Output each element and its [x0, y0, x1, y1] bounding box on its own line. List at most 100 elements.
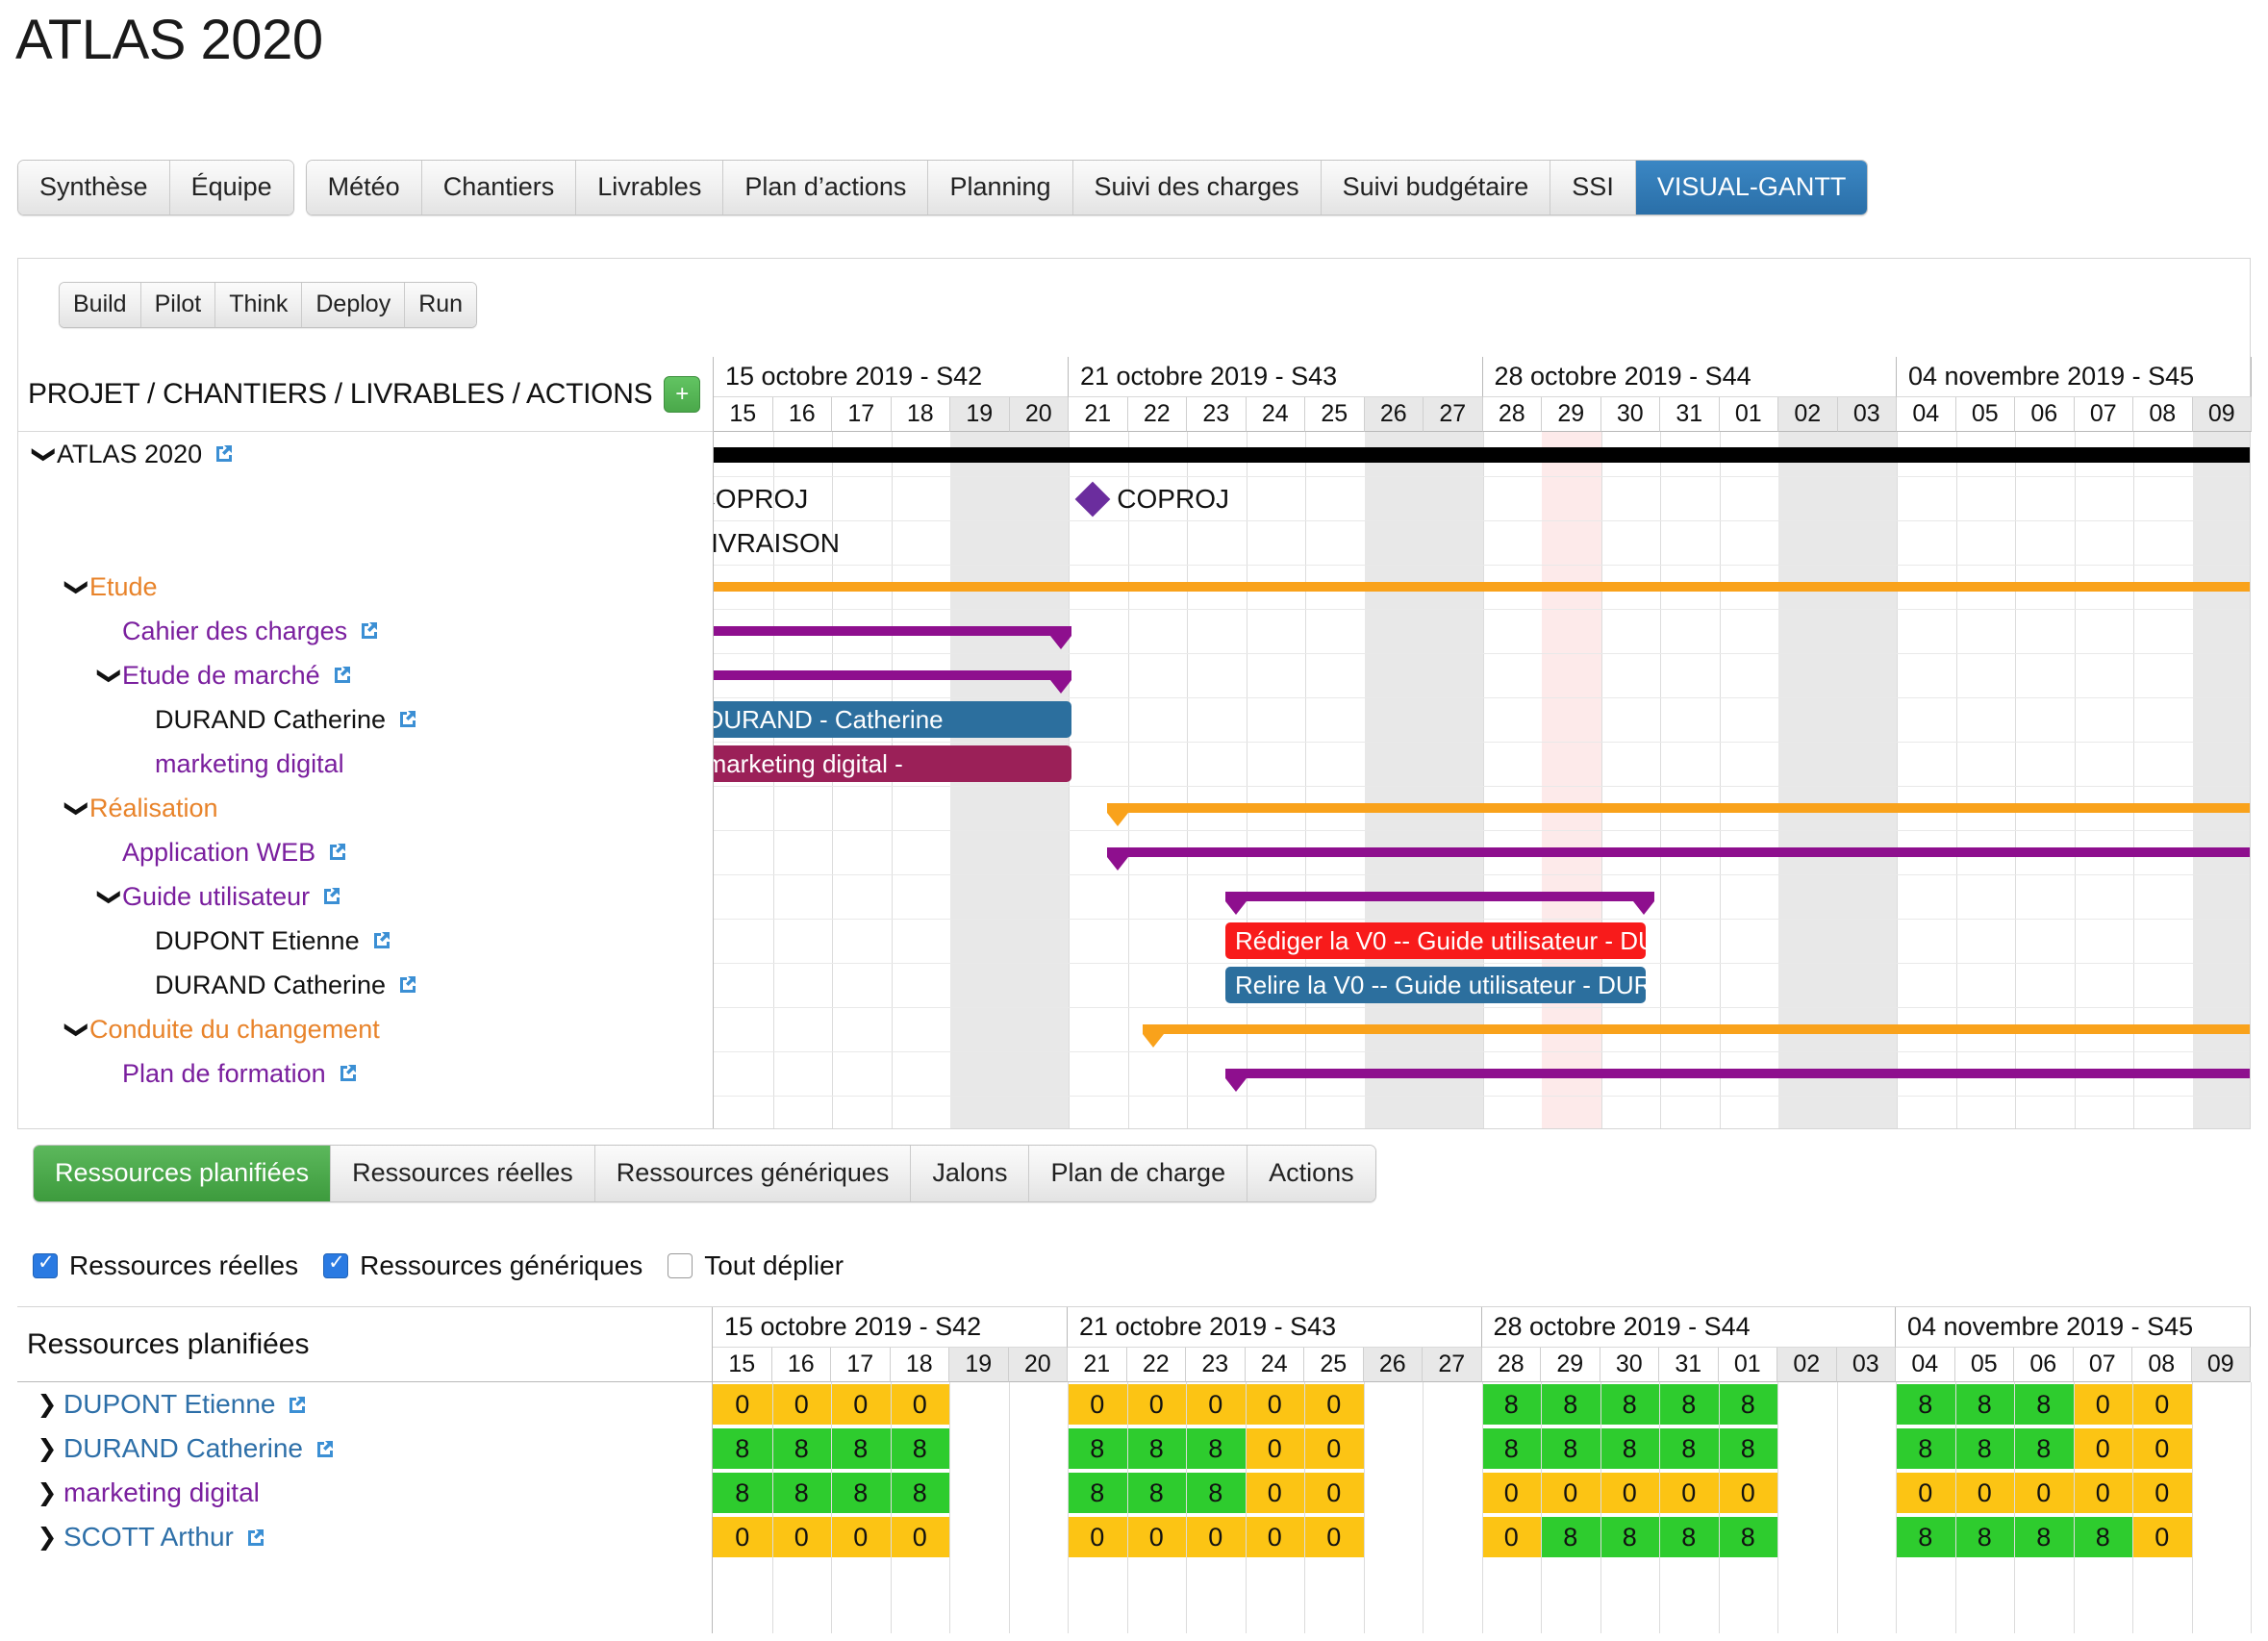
phase-button-pilot[interactable]: Pilot	[140, 283, 216, 327]
resource-day-header-22: 22	[1126, 1348, 1186, 1382]
tree-row[interactable]: ❯ Guide utilisateur	[18, 874, 713, 919]
tree-row[interactable]: ❯Plan de formation	[18, 1051, 713, 1096]
checkbox-item[interactable]: Ressources génériques	[323, 1250, 643, 1281]
tree-row[interactable]: ❯ ATLAS 2020	[18, 432, 713, 476]
tree-row[interactable]: ❯Application WEB	[18, 830, 713, 874]
summary-bar[interactable]	[1106, 847, 2250, 857]
summary-bar[interactable]	[1106, 803, 2250, 813]
resource-day-header-27: 27	[1423, 1348, 1482, 1382]
tree-row[interactable]: ❯ Etude de marché	[18, 653, 713, 697]
resource-grid-vline	[1659, 1382, 1660, 1633]
tree-row[interactable]: ❯ Réalisation	[18, 786, 713, 830]
task-bar[interactable]: Relire la V0 -- Guide utilisateur - DURA…	[1224, 967, 1646, 1003]
project-baseline-bar[interactable]	[714, 447, 2250, 463]
summary-bar[interactable]	[1142, 1024, 2250, 1034]
resource-row[interactable]: ❯ SCOTT Arthur	[17, 1515, 712, 1559]
phase-button-run[interactable]: Run	[405, 283, 477, 327]
gantt-day-header-26: 26	[1364, 397, 1424, 432]
open-external-icon[interactable]	[357, 619, 380, 643]
tab--quipe[interactable]: Équipe	[169, 161, 293, 215]
chevron-down-icon[interactable]: ❯	[63, 1017, 91, 1042]
open-external-icon[interactable]	[395, 708, 418, 731]
resource-tab-actions[interactable]: Actions	[1247, 1146, 1375, 1201]
tab-m-t-o[interactable]: Météo	[306, 161, 422, 215]
resource-tab-plan-de-charge[interactable]: Plan de charge	[1029, 1146, 1248, 1201]
summary-bar[interactable]	[1224, 1069, 2250, 1078]
summary-cap-icon	[1050, 636, 1072, 649]
checkbox-item[interactable]: Ressources réelles	[33, 1250, 298, 1281]
tab-suivi-budg-taire[interactable]: Suivi budgétaire	[1321, 161, 1551, 215]
resource-cell: 0	[1126, 1384, 1186, 1425]
resource-cell: 8	[890, 1473, 949, 1513]
chevron-down-icon[interactable]: ❯	[96, 663, 124, 688]
chevron-right-icon[interactable]: ❯	[31, 1478, 63, 1507]
resource-cell: 8	[1186, 1473, 1246, 1513]
phase-button-deploy[interactable]: Deploy	[302, 283, 406, 327]
resource-cell: 8	[1659, 1517, 1719, 1557]
checkbox-checked[interactable]	[33, 1250, 58, 1278]
chevron-down-icon[interactable]: ❯	[31, 442, 59, 467]
milestone[interactable]: COPROJ	[1074, 481, 1229, 518]
open-external-icon[interactable]	[319, 885, 342, 908]
resource-tab-ressources-r-elles[interactable]: Ressources réelles	[331, 1146, 595, 1201]
open-external-icon[interactable]	[313, 1437, 336, 1460]
resource-day-header-08: 08	[2132, 1348, 2192, 1382]
tab-plan-d-actions[interactable]: Plan d’actions	[723, 161, 929, 215]
chevron-down-icon[interactable]: ❯	[96, 884, 124, 909]
resource-row[interactable]: ❯ DURAND Catherine	[17, 1426, 712, 1471]
tree-row[interactable]: ❯ Conduite du changement	[18, 1007, 713, 1051]
open-external-icon[interactable]	[325, 841, 348, 864]
summary-bar[interactable]	[714, 582, 2250, 592]
chevron-right-icon[interactable]: ❯	[31, 1390, 63, 1419]
open-external-icon[interactable]	[243, 1526, 266, 1549]
tab-suivi-des-charges[interactable]: Suivi des charges	[1072, 161, 1322, 215]
open-external-icon[interactable]	[212, 442, 235, 466]
resource-tab-jalons[interactable]: Jalons	[911, 1146, 1030, 1201]
checkbox-unchecked[interactable]	[668, 1253, 693, 1278]
tab-synth-se[interactable]: Synthèse	[18, 161, 170, 215]
tab-chantiers[interactable]: Chantiers	[421, 161, 577, 215]
gantt-grid[interactable]: COPROJ COPROJ LIVRAISON DURAND - Catherine m…	[714, 432, 2250, 1128]
tab-planning[interactable]: Planning	[928, 161, 1073, 215]
tree-row[interactable]: ❯	[18, 476, 713, 520]
open-external-icon[interactable]	[395, 973, 418, 997]
checkbox-item[interactable]: Tout déplier	[668, 1250, 844, 1281]
gantt-day-header-30: 30	[1600, 397, 1660, 432]
milestone-label[interactable]: COPROJ	[714, 484, 808, 515]
tab-visual-gantt[interactable]: VISUAL-GANTT	[1635, 161, 1868, 215]
summary-bar[interactable]	[714, 670, 1072, 680]
resource-tab-ressources-planifi-es[interactable]: Ressources planifiées	[34, 1146, 332, 1201]
chevron-right-icon[interactable]: ❯	[31, 1434, 63, 1463]
resource-tab-ressources-g-n-riques[interactable]: Ressources génériques	[594, 1146, 912, 1201]
tree-row[interactable]: ❯DUPONT Etienne	[18, 919, 713, 963]
open-external-icon[interactable]	[285, 1393, 308, 1416]
task-bar[interactable]: marketing digital -	[714, 745, 1072, 782]
resource-cell: 0	[1245, 1517, 1304, 1557]
task-bar[interactable]: DURAND - Catherine	[714, 701, 1072, 738]
open-external-icon[interactable]	[330, 664, 353, 687]
summary-bar[interactable]	[714, 626, 1072, 636]
chevron-down-icon[interactable]: ❯	[63, 574, 91, 599]
milestone-label[interactable]: LIVRAISON	[714, 528, 840, 559]
add-row-button[interactable]: +	[664, 375, 701, 413]
resource-cell: 0	[890, 1517, 949, 1557]
chevron-down-icon[interactable]: ❯	[63, 795, 91, 820]
tree-row[interactable]: ❯ Etude	[18, 565, 713, 609]
open-external-icon[interactable]	[369, 929, 392, 952]
resource-row[interactable]: ❯ DUPONT Etienne	[17, 1382, 712, 1426]
tree-row[interactable]: ❯marketing digital	[18, 742, 713, 786]
tree-row[interactable]: ❯DURAND Catherine	[18, 697, 713, 742]
tree-row[interactable]: ❯	[18, 520, 713, 565]
summary-bar[interactable]	[1224, 892, 1654, 901]
task-bar[interactable]: Rédiger la V0 -- Guide utilisateur - DUP…	[1224, 922, 1646, 959]
phase-button-think[interactable]: Think	[215, 283, 303, 327]
tree-row[interactable]: ❯DURAND Catherine	[18, 963, 713, 1007]
phase-button-build[interactable]: Build	[60, 283, 141, 327]
tree-row[interactable]: ❯Cahier des charges	[18, 609, 713, 653]
resource-row[interactable]: ❯ marketing digital	[17, 1471, 712, 1515]
chevron-right-icon[interactable]: ❯	[31, 1523, 63, 1552]
tab-ssi[interactable]: SSI	[1550, 161, 1636, 215]
tab-livrables[interactable]: Livrables	[576, 161, 724, 215]
checkbox-checked[interactable]	[323, 1250, 349, 1278]
open-external-icon[interactable]	[336, 1062, 359, 1085]
